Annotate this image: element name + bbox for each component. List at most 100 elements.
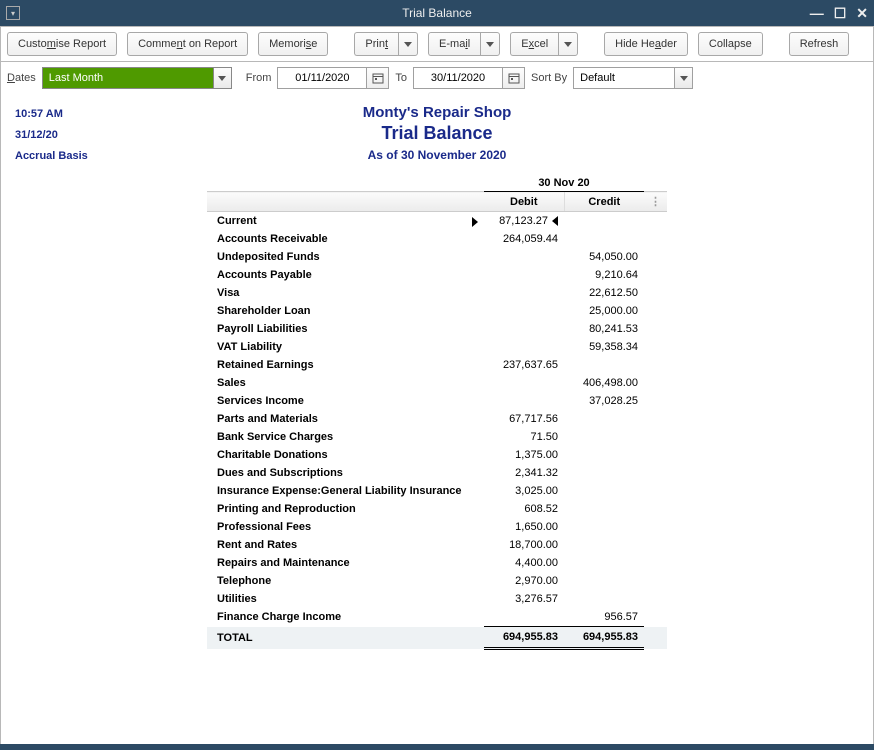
table-row[interactable]: Current87,123.27 [207, 212, 667, 231]
table-row[interactable]: Services Income37,028.25 [207, 392, 667, 410]
account-label: Insurance Expense:General Liability Insu… [207, 482, 484, 500]
account-label: Current [207, 212, 484, 231]
to-calendar-button[interactable] [503, 67, 525, 89]
table-row[interactable]: Accounts Payable9,210.64 [207, 266, 667, 284]
account-label: Repairs and Maintenance [207, 554, 484, 572]
total-credit: 694,955.83 [564, 627, 644, 649]
titlebar: ▾ Trial Balance — ☐ ✕ [0, 0, 874, 26]
table-row[interactable]: Rent and Rates18,700.00 [207, 536, 667, 554]
collapse-left-icon [552, 216, 558, 226]
table-row[interactable]: Parts and Materials67,717.56 [207, 410, 667, 428]
debit-cell: 3,276.57 [484, 590, 564, 608]
total-label: TOTAL [207, 627, 484, 649]
date-range-dropdown-icon [213, 68, 231, 88]
total-debit: 694,955.83 [484, 627, 564, 649]
date-range-select[interactable]: Last Month [42, 67, 232, 89]
dates-label: Dates [7, 72, 36, 84]
table-row[interactable]: Accounts Receivable264,059.44 [207, 230, 667, 248]
print-dropdown[interactable] [398, 32, 418, 56]
table-row[interactable]: Retained Earnings237,637.65 [207, 356, 667, 374]
column-menu-icon[interactable]: ⋮ [644, 192, 667, 212]
hide-header-button[interactable]: Hide Header [604, 32, 688, 56]
table-row[interactable]: Charitable Donations1,375.00 [207, 446, 667, 464]
email-dropdown[interactable] [480, 32, 500, 56]
debit-cell [484, 392, 564, 410]
debit-cell [484, 284, 564, 302]
sortby-label: Sort By [531, 72, 567, 84]
table-row[interactable]: Printing and Reproduction608.52 [207, 500, 667, 518]
filter-bar: Dates Last Month From 01/11/2020 To 30/1… [0, 62, 874, 94]
from-date-input[interactable]: 01/11/2020 [277, 67, 367, 89]
calendar-icon [372, 72, 384, 84]
account-label: Rent and Rates [207, 536, 484, 554]
table-row[interactable]: Sales406,498.00 [207, 374, 667, 392]
close-button[interactable]: ✕ [856, 6, 868, 20]
from-calendar-button[interactable] [367, 67, 389, 89]
debit-cell: 71.50 [484, 428, 564, 446]
debit-cell [484, 338, 564, 356]
chevron-down-icon [404, 42, 412, 47]
credit-cell [564, 428, 644, 446]
calendar-icon [508, 72, 520, 84]
report-window: ▾ Trial Balance — ☐ ✕ Customise Report C… [0, 0, 874, 750]
table-row[interactable]: Insurance Expense:General Liability Insu… [207, 482, 667, 500]
table-row[interactable]: Telephone2,970.00 [207, 572, 667, 590]
table-row[interactable]: Payroll Liabilities80,241.53 [207, 320, 667, 338]
customise-report-button[interactable]: Customise Report [7, 32, 117, 56]
sortby-select[interactable]: Default [573, 67, 693, 89]
credit-cell: 22,612.50 [564, 284, 644, 302]
company-name: Monty's Repair Shop [11, 104, 863, 121]
debit-cell [484, 266, 564, 284]
report-meta: 10:57 AM 31/12/20 Accrual Basis [15, 104, 88, 167]
table-row[interactable]: Repairs and Maintenance4,400.00 [207, 554, 667, 572]
credit-cell [564, 518, 644, 536]
comment-on-report-button[interactable]: Comment on Report [127, 32, 248, 56]
report-basis: Accrual Basis [15, 146, 88, 167]
debit-cell [484, 608, 564, 627]
email-button[interactable]: E-mail [428, 32, 480, 56]
table-row[interactable]: Bank Service Charges71.50 [207, 428, 667, 446]
account-label: Utilities [207, 590, 484, 608]
account-label: Parts and Materials [207, 410, 484, 428]
credit-cell [564, 536, 644, 554]
credit-cell [564, 212, 644, 231]
table-row[interactable]: Professional Fees1,650.00 [207, 518, 667, 536]
toolbar: Customise Report Comment on Report Memor… [0, 26, 874, 62]
maximize-button[interactable]: ☐ [834, 6, 847, 20]
debit-cell: 3,025.00 [484, 482, 564, 500]
debit-cell: 67,717.56 [484, 410, 564, 428]
table-row[interactable]: Finance Charge Income956.57 [207, 608, 667, 627]
column-headers[interactable]: Debit Credit ⋮ [207, 192, 667, 212]
excel-button[interactable]: Excel [510, 32, 558, 56]
chevron-down-icon [564, 42, 572, 47]
credit-cell [564, 482, 644, 500]
email-split-button: E-mail [428, 32, 500, 56]
table-row[interactable]: Undeposited Funds54,050.00 [207, 248, 667, 266]
table-row[interactable]: Utilities3,276.57 [207, 590, 667, 608]
debit-cell [484, 320, 564, 338]
collapse-button[interactable]: Collapse [698, 32, 763, 56]
from-label: From [246, 72, 272, 84]
account-label: Visa [207, 284, 484, 302]
trial-balance-table: 30 Nov 20 Debit Credit ⋮ Current87,123.2… [207, 176, 667, 650]
chevron-down-icon [218, 76, 226, 81]
to-label: To [395, 72, 407, 84]
table-row[interactable]: VAT Liability59,358.34 [207, 338, 667, 356]
sortby-value: Default [580, 72, 615, 84]
to-date-value: 30/11/2020 [431, 72, 485, 84]
debit-cell: 608.52 [484, 500, 564, 518]
refresh-button[interactable]: Refresh [789, 32, 850, 56]
report-date: 31/12/20 [15, 125, 88, 146]
print-split-button: Print [354, 32, 418, 56]
print-button[interactable]: Print [354, 32, 398, 56]
to-date-input[interactable]: 30/11/2020 [413, 67, 503, 89]
excel-dropdown[interactable] [558, 32, 578, 56]
minimize-button[interactable]: — [810, 6, 824, 20]
total-row[interactable]: TOTAL 694,955.83 694,955.83 [207, 627, 667, 649]
credit-cell [564, 554, 644, 572]
table-row[interactable]: Dues and Subscriptions2,341.32 [207, 464, 667, 482]
table-row[interactable]: Shareholder Loan25,000.00 [207, 302, 667, 320]
table-row[interactable]: Visa 22,612.50 [207, 284, 667, 302]
debit-cell: 4,400.00 [484, 554, 564, 572]
memorise-button[interactable]: Memorise [258, 32, 328, 56]
